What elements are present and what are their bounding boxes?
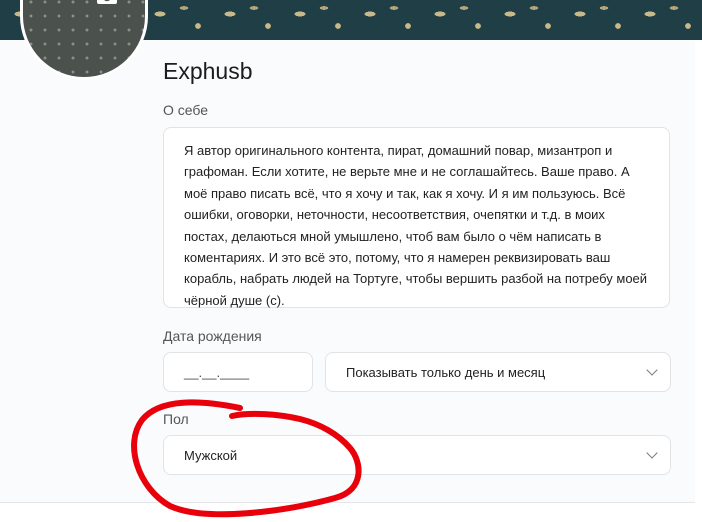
- birthdate-label: Дата рождения: [163, 328, 262, 344]
- camera-icon[interactable]: [97, 0, 117, 4]
- chevron-down-icon: [646, 364, 658, 376]
- about-textarea[interactable]: Я автор оригинального контента, пират, д…: [163, 127, 670, 308]
- gender-value: Мужской: [184, 447, 238, 463]
- profile-name: Exphusb: [163, 58, 253, 84]
- gender-select[interactable]: Мужской: [163, 435, 671, 475]
- chevron-down-icon: [646, 447, 658, 459]
- about-text: Я автор оригинального контента, пират, д…: [184, 143, 648, 308]
- gender-label: Пол: [163, 411, 189, 427]
- birthdate-input[interactable]: __.__.____: [163, 352, 313, 392]
- birthdate-visibility-select[interactable]: Показывать только день и месяц: [325, 352, 671, 392]
- about-label: О себе: [163, 102, 209, 118]
- birthdate-visibility-value: Показывать только день и месяц: [346, 364, 546, 380]
- birthdate-placeholder: __.__.____: [184, 364, 250, 380]
